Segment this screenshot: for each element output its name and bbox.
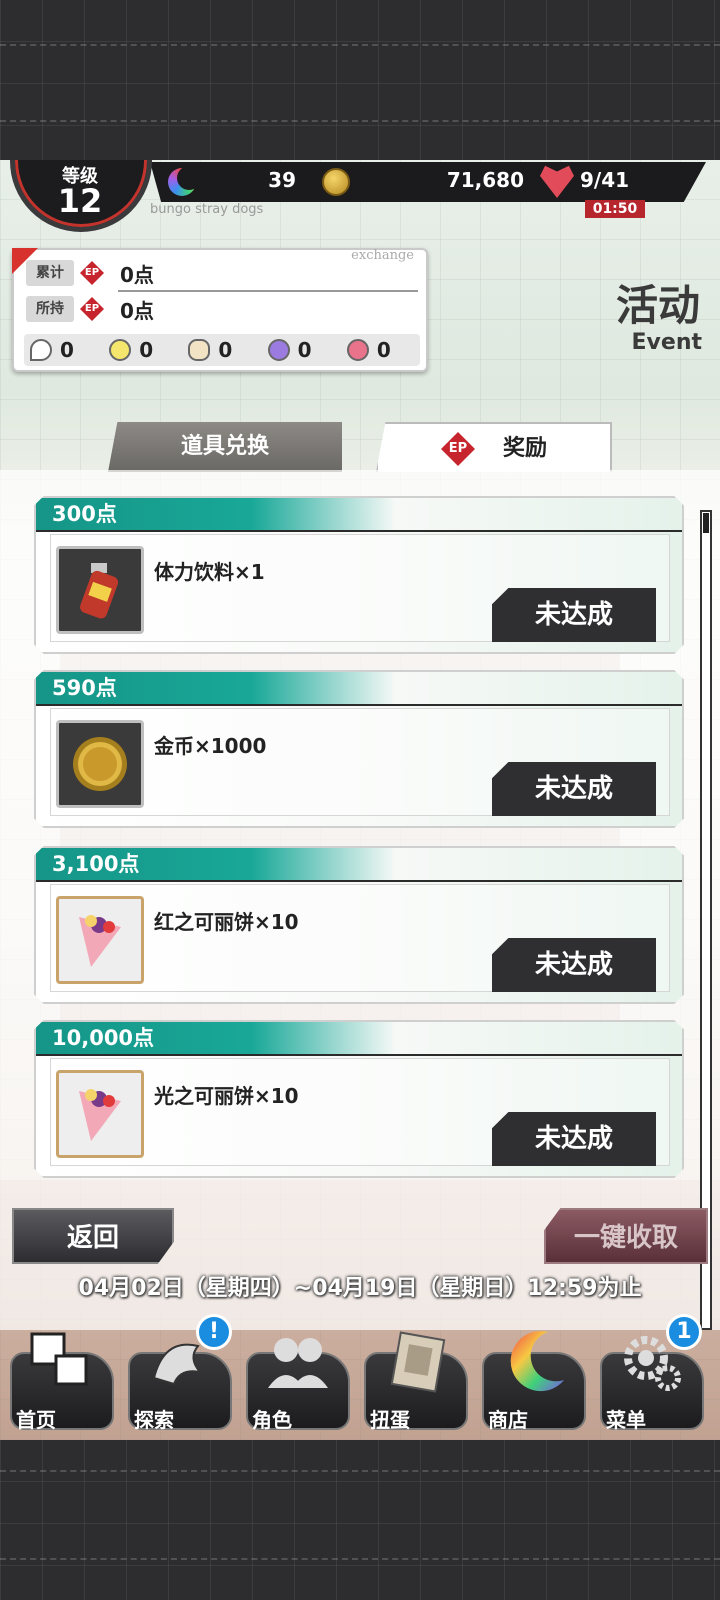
level-value: 12 <box>57 182 103 220</box>
nav-gacha[interactable]: 扭蛋 <box>362 1328 474 1432</box>
event-item: 0 <box>341 338 420 362</box>
nav-menu[interactable]: 菜单 1 <box>598 1314 710 1432</box>
reward-points: 590点 <box>36 672 396 704</box>
held-points-row: 所持 EP 0点 <box>26 294 154 324</box>
potion-icon <box>346 339 369 361</box>
reward-status-button[interactable]: 未达成 <box>492 588 656 642</box>
reward-status-button[interactable]: 未达成 <box>492 938 656 992</box>
ep-icon: EP <box>80 297 104 321</box>
event-title: 活动 <box>615 281 700 330</box>
tab-rewards[interactable]: EP 奖励 <box>376 422 612 472</box>
notification-badge: 1 <box>666 1314 702 1350</box>
gacha-icon <box>390 1331 446 1393</box>
total-points-value: 0点 <box>120 262 154 287</box>
scrollbar-thumb[interactable] <box>703 513 709 533</box>
notification-badge: ! <box>196 1314 232 1350</box>
crepe-icon <box>56 1070 144 1158</box>
event-item: 0 <box>262 338 341 362</box>
reward-points: 10,000点 <box>36 1022 396 1054</box>
event-period: 04月02日（星期四）~04月19日（星期日）12:59为止 <box>78 1276 642 1301</box>
trophy-icon <box>109 339 132 361</box>
shop-icon <box>510 1331 564 1392</box>
nav-label: 商店 <box>488 1408 528 1432</box>
drink-icon <box>56 546 144 634</box>
ep-icon: EP <box>80 261 104 285</box>
total-points-row: 累计 EP 0点 <box>26 258 154 288</box>
gem-icon <box>168 166 201 196</box>
game-screen: 等级 12 39 71,680 9/41 01:50 bungo stray d… <box>0 160 720 1440</box>
nav-characters[interactable]: 角色 <box>244 1328 356 1432</box>
event-item: 0 <box>182 338 261 362</box>
coin-count: 71,680 <box>446 168 524 192</box>
pouch-icon <box>188 339 211 361</box>
reward-card: 3,100点 红之可丽饼×10 未达成 <box>34 846 684 1004</box>
exchange-label: exchange <box>351 248 414 263</box>
letterbox-bottom <box>0 1440 720 1600</box>
crepe-icon <box>56 896 144 984</box>
reward-card: 10,000点 光之可丽饼×10 未达成 <box>34 1020 684 1178</box>
reward-status-button[interactable]: 未达成 <box>492 1112 656 1166</box>
reward-points: 3,100点 <box>36 848 396 880</box>
nav-label: 探索 <box>134 1408 174 1432</box>
letterbox-top <box>0 0 720 160</box>
event-items-row: 0 0 0 0 0 <box>24 334 420 366</box>
list-scrollbar[interactable] <box>700 510 712 1330</box>
event-item: 0 <box>24 338 103 362</box>
reward-status-button[interactable]: 未达成 <box>492 762 656 816</box>
reward-card: 590点 金币×1000 未达成 <box>34 670 684 828</box>
nav-explore[interactable]: 探索 ! <box>126 1314 238 1432</box>
nav-home[interactable]: 首页 <box>8 1328 120 1432</box>
event-item: 0 <box>103 338 182 362</box>
nav-label: 角色 <box>252 1408 292 1432</box>
tab-rewards-label: 奖励 <box>502 436 547 461</box>
nav-label: 菜单 <box>606 1408 646 1432</box>
points-panel: exchange 累计 EP 0点 所持 EP 0点 0 0 0 0 0 <box>12 248 428 372</box>
reward-name: 金币×1000 <box>154 734 267 758</box>
nav-label: 首页 <box>16 1408 56 1432</box>
back-button[interactable]: 返回 <box>12 1208 174 1264</box>
ep-icon: EP <box>440 432 475 466</box>
coin-icon <box>56 720 144 808</box>
total-points-label: 累计 <box>26 260 74 286</box>
key-icon <box>30 339 52 361</box>
status-header: 等级 12 39 71,680 9/41 01:50 bungo stray d… <box>0 160 720 232</box>
gem-count: 39 <box>268 168 296 192</box>
held-points-value: 0点 <box>120 298 154 323</box>
home-icon <box>30 1332 88 1386</box>
reward-name: 光之可丽饼×10 <box>154 1084 299 1108</box>
reward-list[interactable]: 300点 体力饮料×1 未达成 590点 金币×1000 未达成 3,100点 <box>0 470 720 1330</box>
tab-item-exchange[interactable]: 道具兑换 <box>108 422 342 472</box>
characters-icon <box>268 1338 328 1388</box>
reward-card: 300点 体力饮料×1 未达成 <box>34 496 684 654</box>
bottom-nav: 首页 探索 ! 角色 扭蛋 商店 菜单 1 <box>0 1310 720 1440</box>
event-subtitle: Event <box>631 330 702 355</box>
reward-name: 体力饮料×1 <box>154 560 265 584</box>
nav-shop[interactable]: 商店 <box>480 1328 592 1432</box>
nav-label: 扭蛋 <box>370 1408 410 1432</box>
medal-icon <box>267 339 290 361</box>
collect-all-button[interactable]: 一键收取 <box>544 1208 708 1264</box>
reward-points: 300点 <box>36 498 396 530</box>
coin-icon <box>322 168 350 196</box>
held-points-label: 所持 <box>26 296 74 322</box>
reward-name: 红之可丽饼×10 <box>154 910 299 934</box>
stamina-timer: 01:50 <box>585 200 645 218</box>
header-subtitle: bungo stray dogs <box>150 202 264 217</box>
stamina-count: 9/41 <box>580 168 630 192</box>
